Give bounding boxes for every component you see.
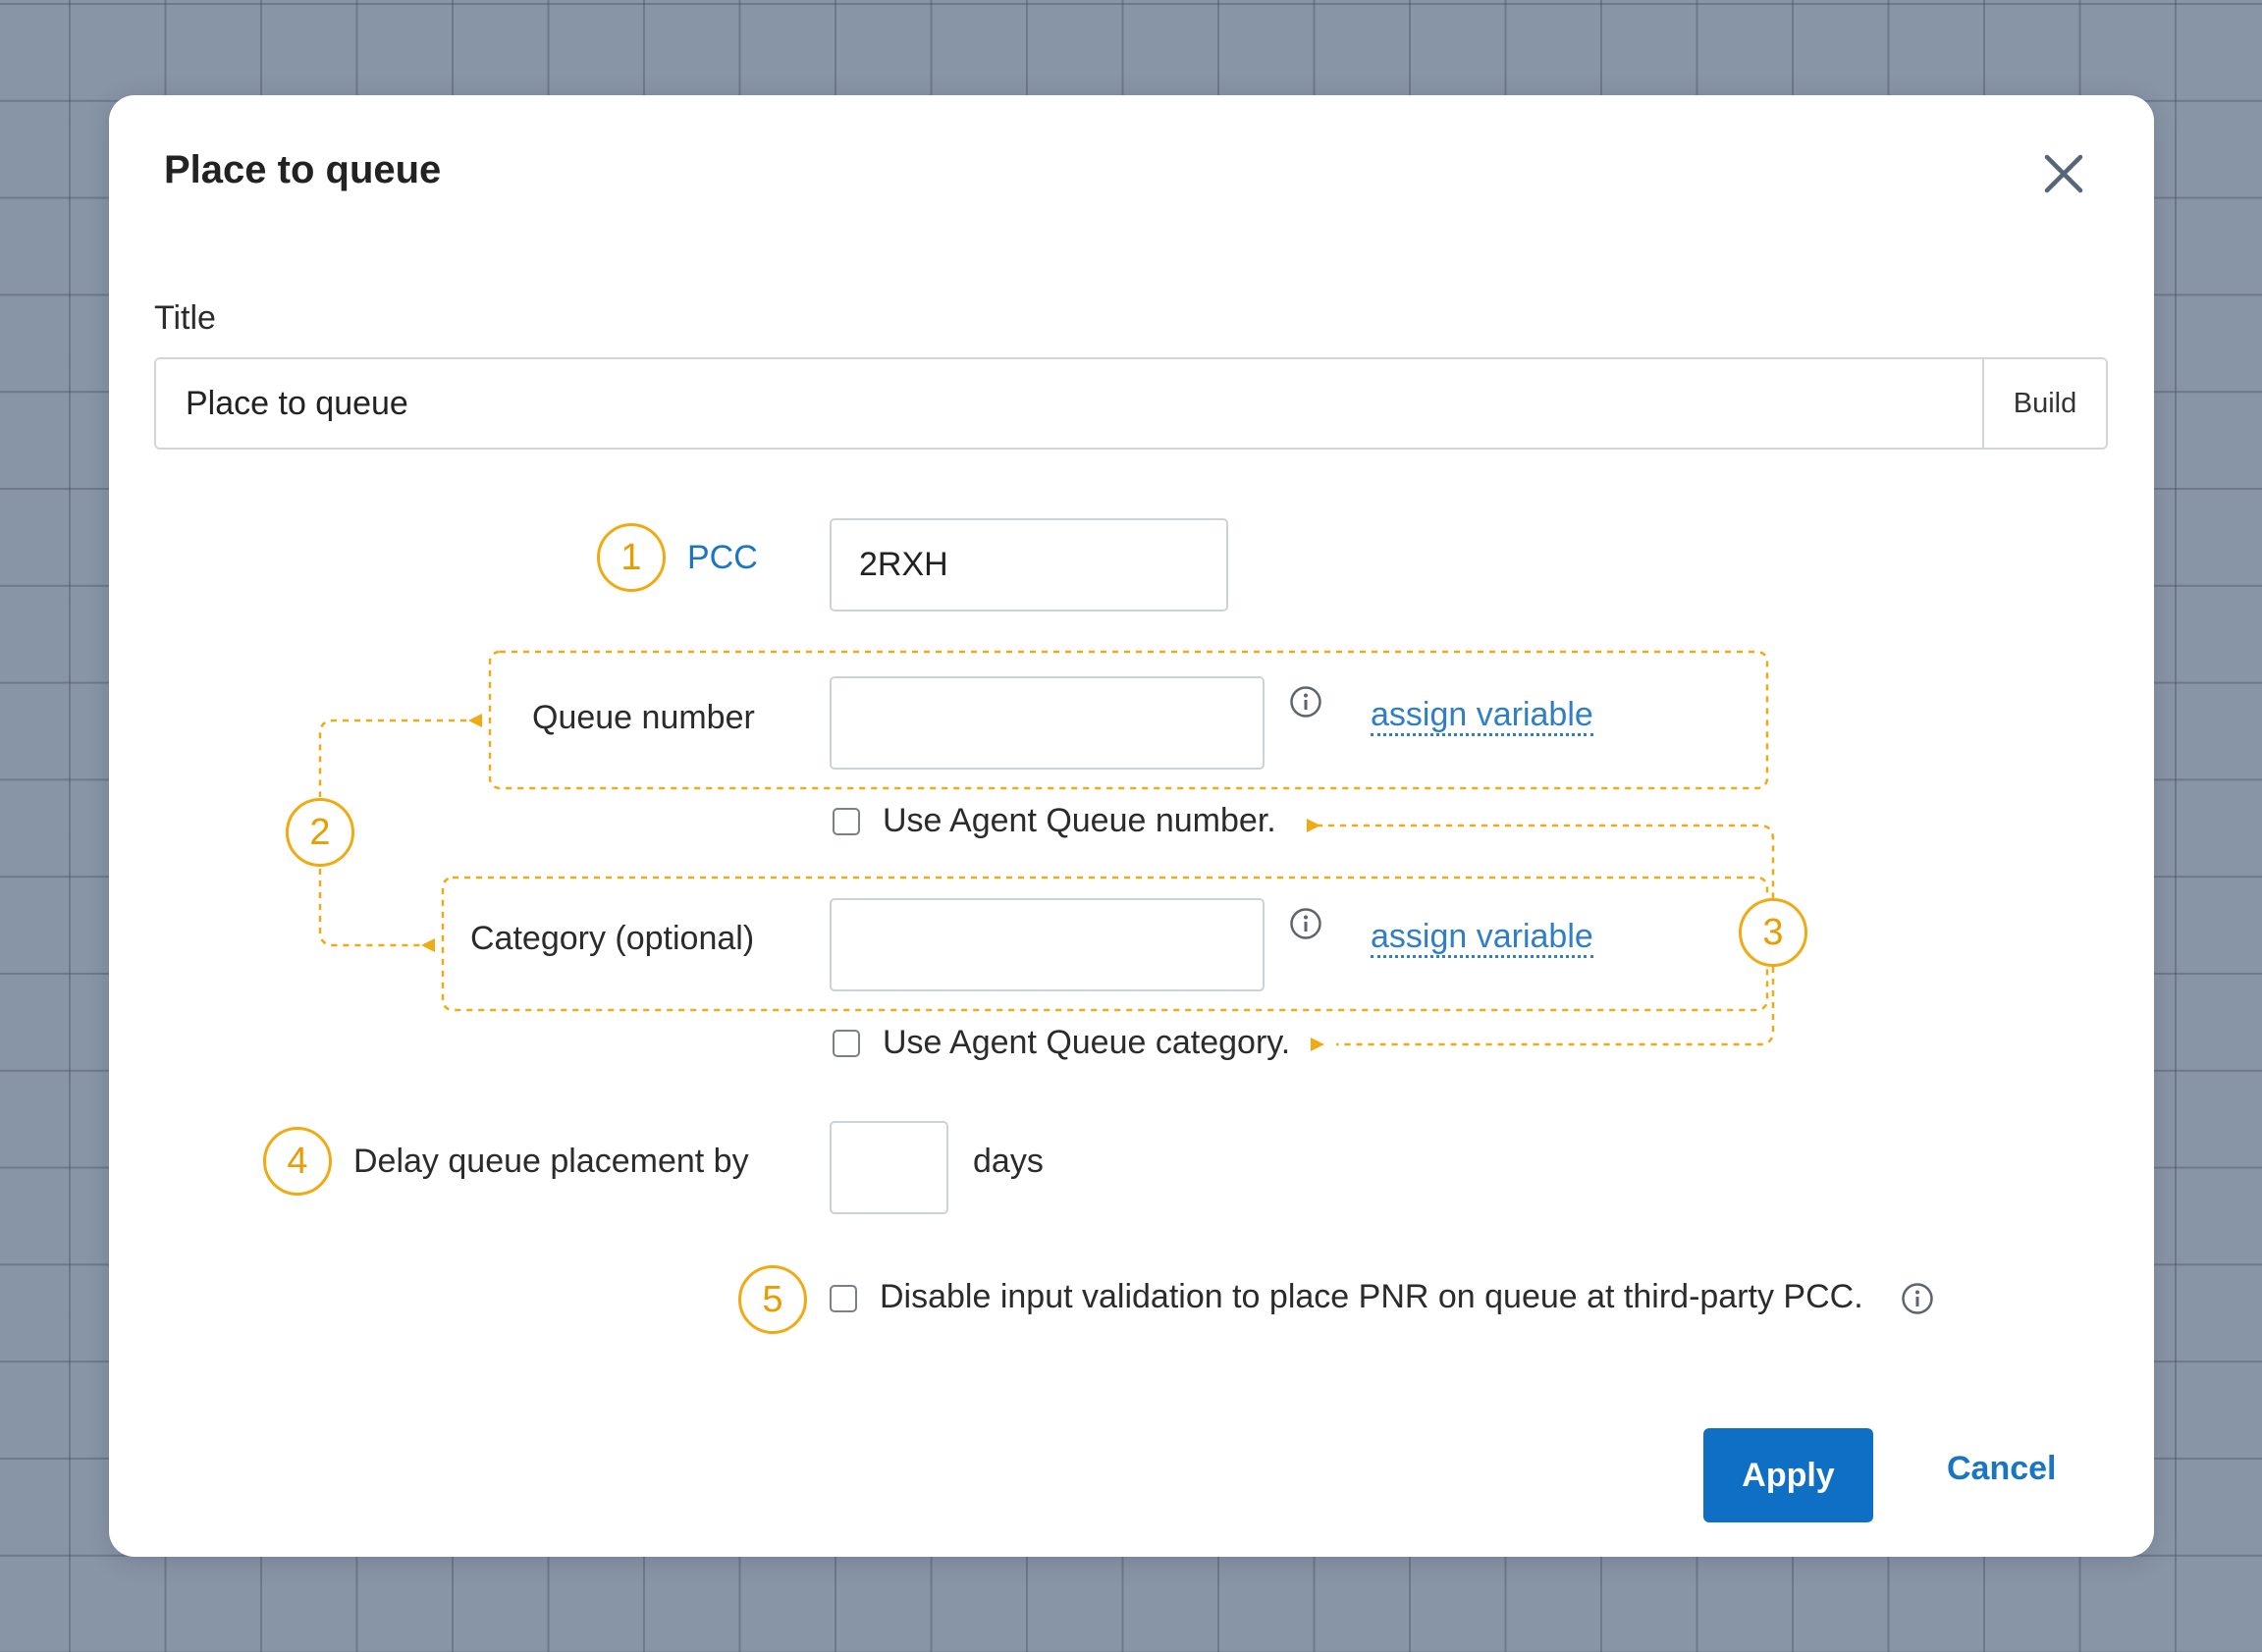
- annotation-badge-3: 3: [1739, 898, 1807, 967]
- annotation-badge-4: 4: [263, 1127, 332, 1196]
- queue-number-assign-variable-link[interactable]: assign variable: [1371, 696, 1593, 737]
- title-field: Build: [154, 357, 2108, 450]
- info-icon[interactable]: [1289, 907, 1322, 940]
- category-label: Category (optional): [470, 920, 755, 957]
- delay-days-input[interactable]: [830, 1121, 948, 1214]
- info-icon[interactable]: [1289, 685, 1322, 719]
- arrow-category: [421, 938, 435, 952]
- title-input[interactable]: [156, 359, 1982, 448]
- info-icon[interactable]: [1901, 1282, 1934, 1315]
- queue-number-label: Queue number: [532, 699, 755, 736]
- disable-validation-checkbox[interactable]: [830, 1285, 857, 1312]
- delay-label: Delay queue placement by: [353, 1143, 749, 1180]
- arrow-agent-category: [1311, 1038, 1324, 1051]
- build-button[interactable]: Build: [1982, 359, 2106, 448]
- apply-button[interactable]: Apply: [1703, 1428, 1873, 1522]
- disable-validation-label: Disable input validation to place PNR on…: [880, 1278, 1863, 1315]
- days-unit-label: days: [973, 1143, 1044, 1180]
- agent-connector-bottom: [1336, 967, 1775, 1046]
- title-label: Title: [154, 299, 216, 337]
- use-agent-queue-category-checkbox[interactable]: [833, 1030, 860, 1057]
- use-agent-queue-category-label: Use Agent Queue category.: [883, 1024, 1291, 1061]
- pcc-input[interactable]: [830, 518, 1228, 612]
- group-connector-bottom: [318, 869, 431, 947]
- arrow-agent-number: [1307, 819, 1320, 832]
- arrow-queue-number: [468, 714, 482, 727]
- cancel-button[interactable]: Cancel: [1947, 1450, 2057, 1488]
- close-icon[interactable]: [2034, 144, 2093, 203]
- annotation-badge-1: 1: [597, 523, 666, 592]
- queue-number-input[interactable]: [830, 676, 1265, 770]
- agent-connector-top: [1317, 824, 1775, 898]
- dialog-title: Place to queue: [164, 148, 442, 191]
- pcc-label: PCC: [687, 539, 758, 576]
- category-input[interactable]: [830, 898, 1265, 991]
- group-connector-top: [318, 719, 478, 797]
- use-agent-queue-number-checkbox[interactable]: [833, 808, 860, 835]
- annotation-badge-2: 2: [286, 798, 354, 867]
- place-to-queue-dialog: Place to queue Title Build 1 PCC Queue n…: [109, 95, 2154, 1557]
- annotation-badge-5: 5: [738, 1265, 807, 1334]
- category-assign-variable-link[interactable]: assign variable: [1371, 918, 1593, 959]
- use-agent-queue-number-label: Use Agent Queue number.: [883, 802, 1276, 839]
